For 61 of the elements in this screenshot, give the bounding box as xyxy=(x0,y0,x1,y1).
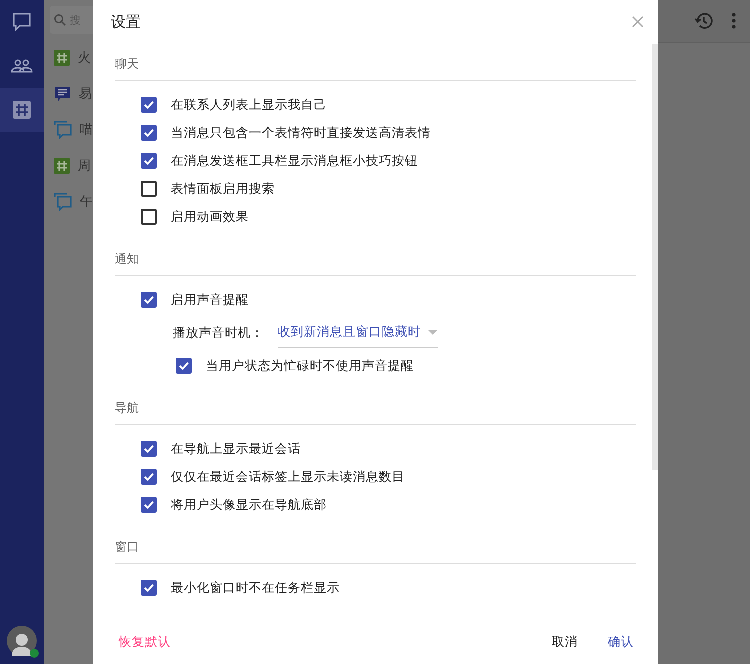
caret-icon xyxy=(428,330,438,335)
section-title: 导航 xyxy=(115,388,636,425)
option-label: 在导航上显示最近会话 xyxy=(171,440,301,458)
contacts-icon xyxy=(11,58,33,74)
section-title: 聊天 xyxy=(115,44,636,81)
chats-icon xyxy=(54,121,72,139)
check-icon xyxy=(143,471,155,483)
checkbox[interactable] xyxy=(141,497,157,513)
user-avatar[interactable] xyxy=(7,626,37,656)
check-icon xyxy=(143,127,155,139)
checkbox[interactable] xyxy=(141,181,157,197)
option-label: 启用动画效果 xyxy=(171,208,249,226)
conversation-name[interactable]: 易 xyxy=(79,85,92,103)
option-label: 当用户状态为忙碌时不使用声音提醒 xyxy=(206,358,414,374)
conversation-name[interactable]: 喵 xyxy=(80,121,93,139)
option-label: 当消息只包含一个表情符时直接发送高清表情 xyxy=(171,124,431,142)
conversation-name[interactable]: 午 xyxy=(80,193,93,211)
check-icon xyxy=(143,582,155,594)
option-label: 在消息发送框工具栏显示消息框小技巧按钮 xyxy=(171,152,418,170)
option-label: 将用户头像显示在导航底部 xyxy=(171,496,327,514)
chats-icon xyxy=(54,193,72,211)
option-label: 表情面板启用搜索 xyxy=(171,180,275,198)
checkbox[interactable] xyxy=(141,153,157,169)
reset-button[interactable]: 恢复默认 xyxy=(113,630,177,654)
option-label: 在联系人列表上显示我自己 xyxy=(171,96,327,114)
conversation-name[interactable]: 周 xyxy=(78,157,91,175)
chat-icon xyxy=(12,12,32,32)
checkbox[interactable] xyxy=(141,97,157,113)
check-icon xyxy=(178,360,190,372)
check-icon xyxy=(143,294,155,306)
nav-button[interactable] xyxy=(0,88,44,132)
checkbox[interactable] xyxy=(141,469,157,485)
cancel-button[interactable]: 取消 xyxy=(546,630,584,654)
hash-icon xyxy=(54,50,70,66)
hash-icon xyxy=(13,101,31,119)
select-label: 播放声音时机： xyxy=(173,324,264,342)
checkbox[interactable] xyxy=(141,209,157,225)
search-icon xyxy=(54,14,66,26)
check-icon xyxy=(143,499,155,511)
option-label: 仅仅在最近会话标签上显示未读消息数目 xyxy=(171,468,405,486)
section-title: 通知 xyxy=(115,239,636,276)
check-icon xyxy=(143,443,155,455)
section-title: 窗口 xyxy=(115,527,636,564)
hash-icon xyxy=(54,158,70,174)
history-icon[interactable] xyxy=(694,11,714,31)
checkbox[interactable] xyxy=(141,292,157,308)
scrollbar[interactable] xyxy=(652,44,658,470)
confirm-button[interactable]: 确认 xyxy=(602,630,640,654)
checkbox[interactable] xyxy=(141,580,157,596)
dialog-title: 设置 xyxy=(111,12,141,32)
checkbox[interactable] xyxy=(176,358,192,374)
check-icon xyxy=(143,99,155,111)
conversation-name[interactable]: 火 xyxy=(78,49,91,67)
option-label: 最小化窗口时不在任务栏显示 xyxy=(171,580,340,596)
checkbox[interactable] xyxy=(141,125,157,141)
option-label: 启用声音提醒 xyxy=(171,292,249,308)
more-icon[interactable] xyxy=(732,13,736,29)
checkbox[interactable] xyxy=(141,441,157,457)
message-icon xyxy=(54,86,71,102)
check-icon xyxy=(143,155,155,167)
dropdown[interactable]: 收到新消息且窗口隐藏时 xyxy=(278,318,438,348)
